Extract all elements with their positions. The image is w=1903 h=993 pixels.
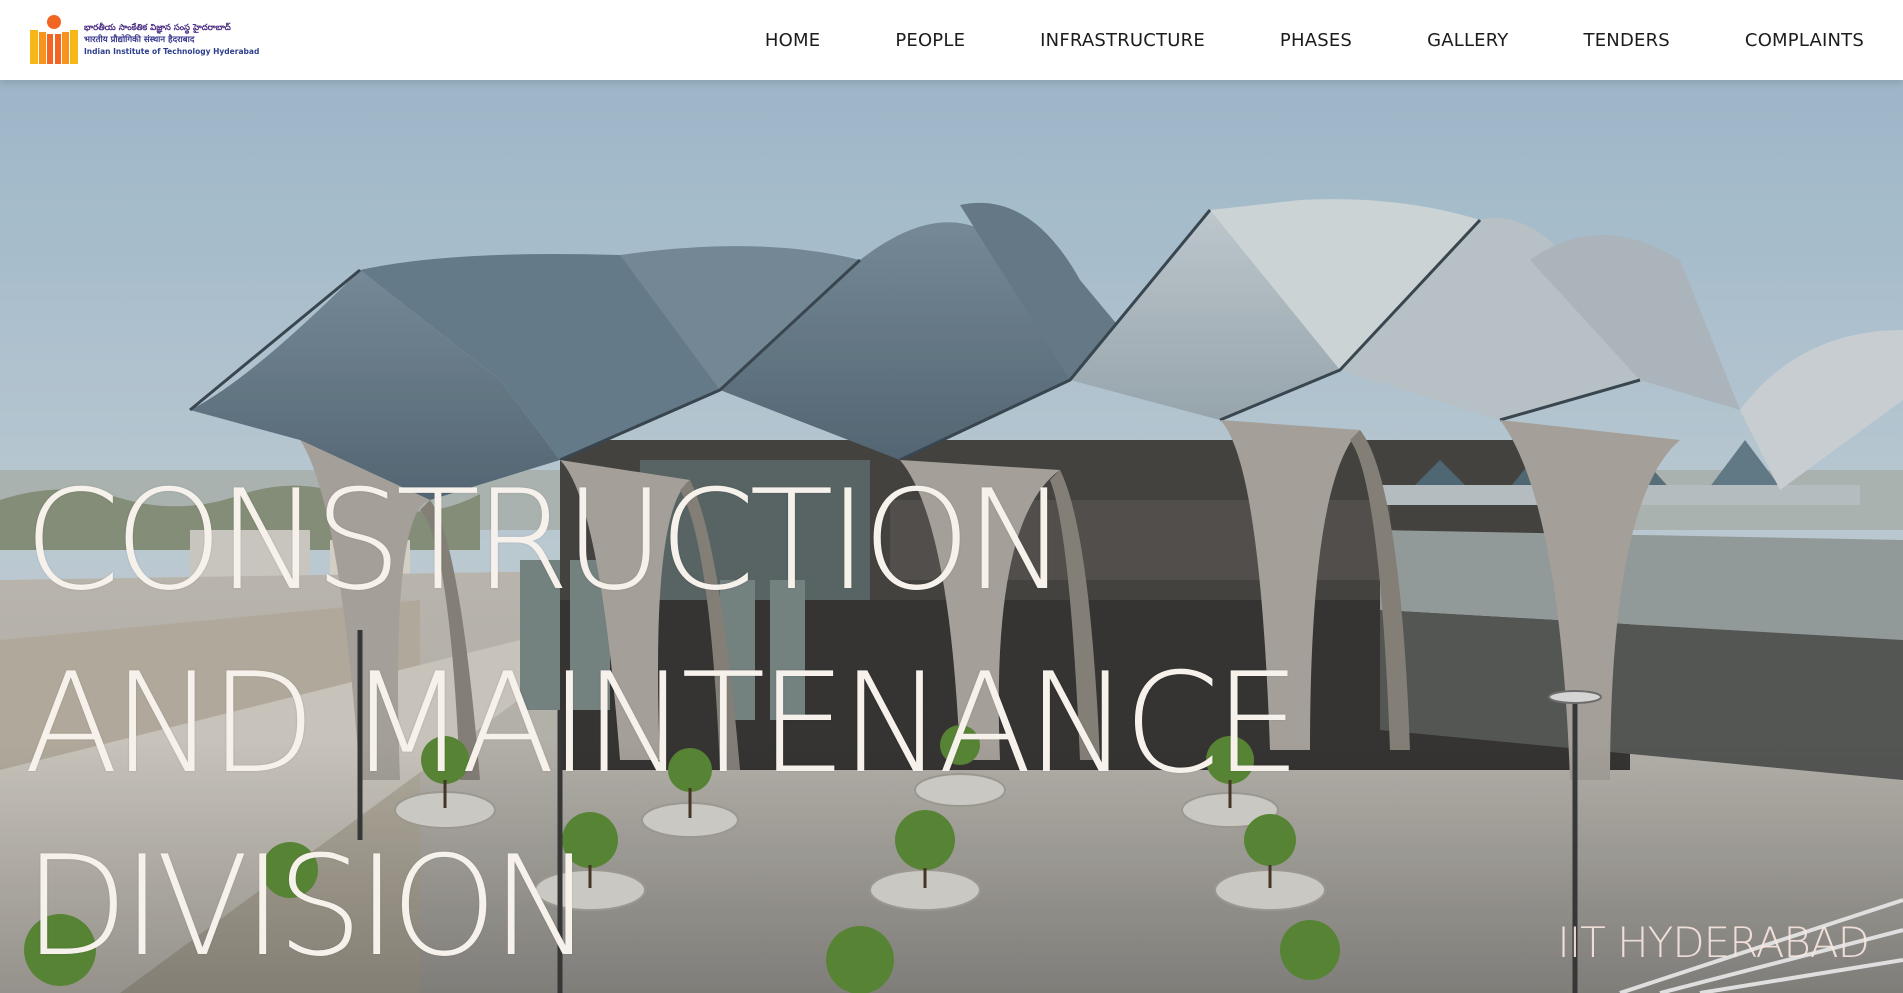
nav-infrastructure[interactable]: INFRASTRUCTURE bbox=[1040, 30, 1205, 51]
logo-hindi-text: भारतीय प्रौद्योगिकी संस्थान हैदराबाद bbox=[84, 35, 195, 45]
hero-title-line-2: AND MAINTENANCE bbox=[24, 643, 1301, 804]
nav-phases[interactable]: PHASES bbox=[1280, 30, 1352, 51]
hero-title-line-1: CONSTRUCTION bbox=[24, 460, 1068, 621]
nav-gallery[interactable]: GALLERY bbox=[1427, 30, 1508, 51]
site-header: భారతీయ సాంకేతిక విజ్ఞాన సంస్థ హైదరాబాద్ … bbox=[0, 0, 1903, 80]
logo-text: భారతీయ సాంకేతిక విజ్ఞాన సంస్థ హైదరాబాద్ … bbox=[84, 13, 259, 67]
hero-section: CONSTRUCTION AND MAINTENANCE DIVISION II… bbox=[0, 80, 1903, 993]
nav-people[interactable]: PEOPLE bbox=[895, 30, 965, 51]
iith-logo-icon bbox=[28, 13, 80, 67]
logo-telugu-text: భారతీయ సాంకేతిక విజ్ఞాన సంస్థ హైదరాబాద్ bbox=[84, 23, 231, 33]
nav-home[interactable]: HOME bbox=[765, 30, 820, 51]
main-nav: HOME PEOPLE INFRASTRUCTURE PHASES GALLER… bbox=[690, 0, 1903, 80]
logo-english-text: Indian Institute of Technology Hyderabad bbox=[84, 47, 260, 56]
hero-subtitle: IIT HYDERABAD bbox=[1557, 918, 1870, 967]
hero-title-line-3: DIVISION bbox=[24, 826, 593, 987]
nav-tenders[interactable]: TENDERS bbox=[1584, 30, 1670, 51]
nav-complaints[interactable]: COMPLAINTS bbox=[1745, 30, 1864, 51]
iith-logo[interactable]: భారతీయ సాంకేతిక విజ్ఞాన సంస్థ హైదరాబాద్ … bbox=[28, 13, 259, 67]
